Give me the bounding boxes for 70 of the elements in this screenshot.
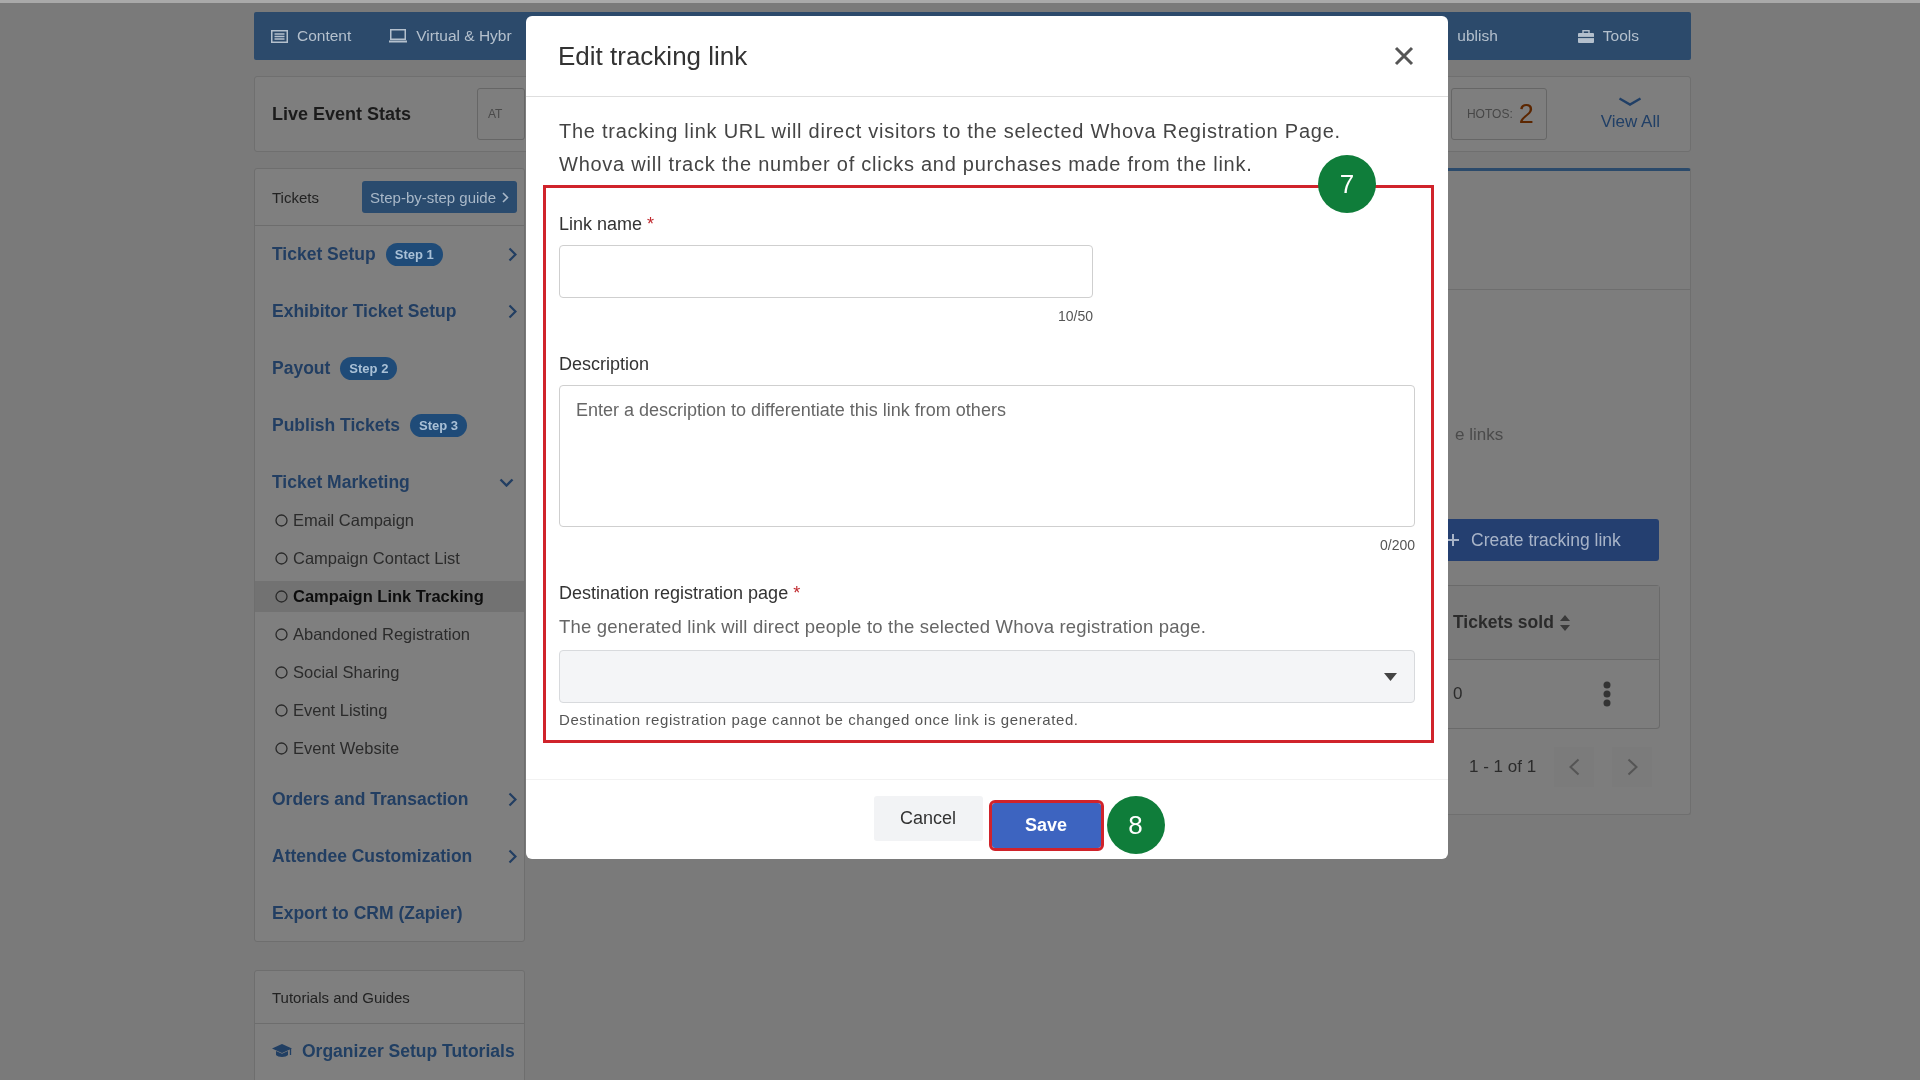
sidebar-item[interactable]: Publish Tickets <box>272 415 401 436</box>
submenu-item[interactable]: Abandoned Registration <box>293 625 471 644</box>
section-header: Tutorials and Guides <box>272 988 410 1006</box>
list-icon <box>271 29 288 43</box>
sidebar-item[interactable]: Payout <box>272 358 331 379</box>
caret-down-icon <box>1384 672 1397 681</box>
step-marker: 8 <box>1106 796 1165 854</box>
nav-tab[interactable]: ublish <box>1457 27 1498 45</box>
nav-tab[interactable]: Content <box>297 27 352 45</box>
link-name-input[interactable] <box>559 245 1093 298</box>
cancel-button[interactable]: Cancel <box>873 796 983 841</box>
more-options-icon[interactable] <box>1603 681 1611 707</box>
nav-tab[interactable]: Tools <box>1602 27 1639 45</box>
create-link-button[interactable]: Create tracking link <box>1447 519 1659 561</box>
chevron-left-icon <box>1568 758 1580 776</box>
character-counter: 0/200 <box>1378 537 1415 553</box>
sidebar-item[interactable]: Export to CRM (Zapier) <box>272 903 463 924</box>
chevron-down-icon <box>1618 96 1643 106</box>
sort-icon[interactable] <box>1559 614 1570 631</box>
circle-icon <box>275 704 288 717</box>
required-mark: * <box>647 214 655 235</box>
section-header: Tickets <box>272 188 320 206</box>
sidebar-item[interactable]: Attendee Customization <box>272 846 473 867</box>
dialog-title: Edit tracking link <box>558 40 749 72</box>
help-text: The generated link will direct people to the selected Whova registration page. <box>559 616 1208 638</box>
submenu-item[interactable]: Campaign Contact List <box>293 549 460 568</box>
save-button[interactable]: Save <box>991 802 1101 848</box>
circle-icon <box>275 514 288 527</box>
stats-title: Live Event Stats <box>272 103 413 125</box>
note-text: Destination registration page cannot be changed once link is generated. <box>559 711 1080 728</box>
submenu-item[interactable]: Event Website <box>293 739 400 758</box>
photos-count: 2 <box>1518 100 1534 128</box>
tutorials-link[interactable]: Organizer Setup Tutorials <box>302 1040 515 1062</box>
guide-button[interactable]: Step-by-step guide <box>362 181 517 213</box>
table-cell: 0 <box>1453 684 1463 704</box>
submenu-item[interactable]: Social Sharing <box>293 663 400 682</box>
sidebar-item[interactable]: Ticket Setup <box>272 244 376 265</box>
field-label: Description <box>559 354 650 375</box>
step-badge: Step 2 <box>340 357 398 380</box>
dropdown-field[interactable] <box>559 650 1415 703</box>
sidebar-item[interactable]: Exhibitor Ticket Setup <box>272 301 457 322</box>
circle-icon <box>275 742 288 755</box>
required-mark: * <box>793 583 801 604</box>
circle-icon <box>275 666 288 679</box>
graduation-cap-icon <box>272 1043 292 1059</box>
plus-icon <box>1447 534 1459 546</box>
step-badge: Step 3 <box>410 414 468 437</box>
toolbox-icon <box>1577 29 1594 43</box>
close-icon <box>1394 46 1414 66</box>
field-label: Link name <box>559 214 643 235</box>
submenu-item[interactable]: Email Campaign <box>293 511 415 530</box>
description-input[interactable]: Enter a description to differentiate this link from others <box>559 385 1415 527</box>
step-badge: Step 1 <box>385 243 443 266</box>
step-marker: 7 <box>1318 155 1376 213</box>
chevron-right-icon <box>502 191 509 203</box>
sidebar-item[interactable]: Ticket Marketing <box>272 472 410 493</box>
field-label: Destination registration page <box>559 583 789 604</box>
chevron-right-icon <box>1626 758 1638 776</box>
pagination-text: 1 - 1 of 1 <box>1469 757 1537 777</box>
nav-tab[interactable]: Virtual & Hybr <box>416 27 512 45</box>
photos-label: HOTOS: <box>1466 107 1513 121</box>
circle-icon <box>275 552 288 565</box>
sidebar-item[interactable]: Orders and Transaction <box>272 789 469 810</box>
column-header[interactable]: Tickets sold <box>1453 612 1554 633</box>
circle-icon <box>275 628 288 641</box>
monitor-icon <box>389 29 408 43</box>
view-all-link[interactable]: View All <box>1600 111 1660 132</box>
circle-icon <box>275 590 288 603</box>
submenu-item[interactable]: Event Listing <box>293 701 388 720</box>
character-counter: 10/50 <box>1056 308 1093 324</box>
